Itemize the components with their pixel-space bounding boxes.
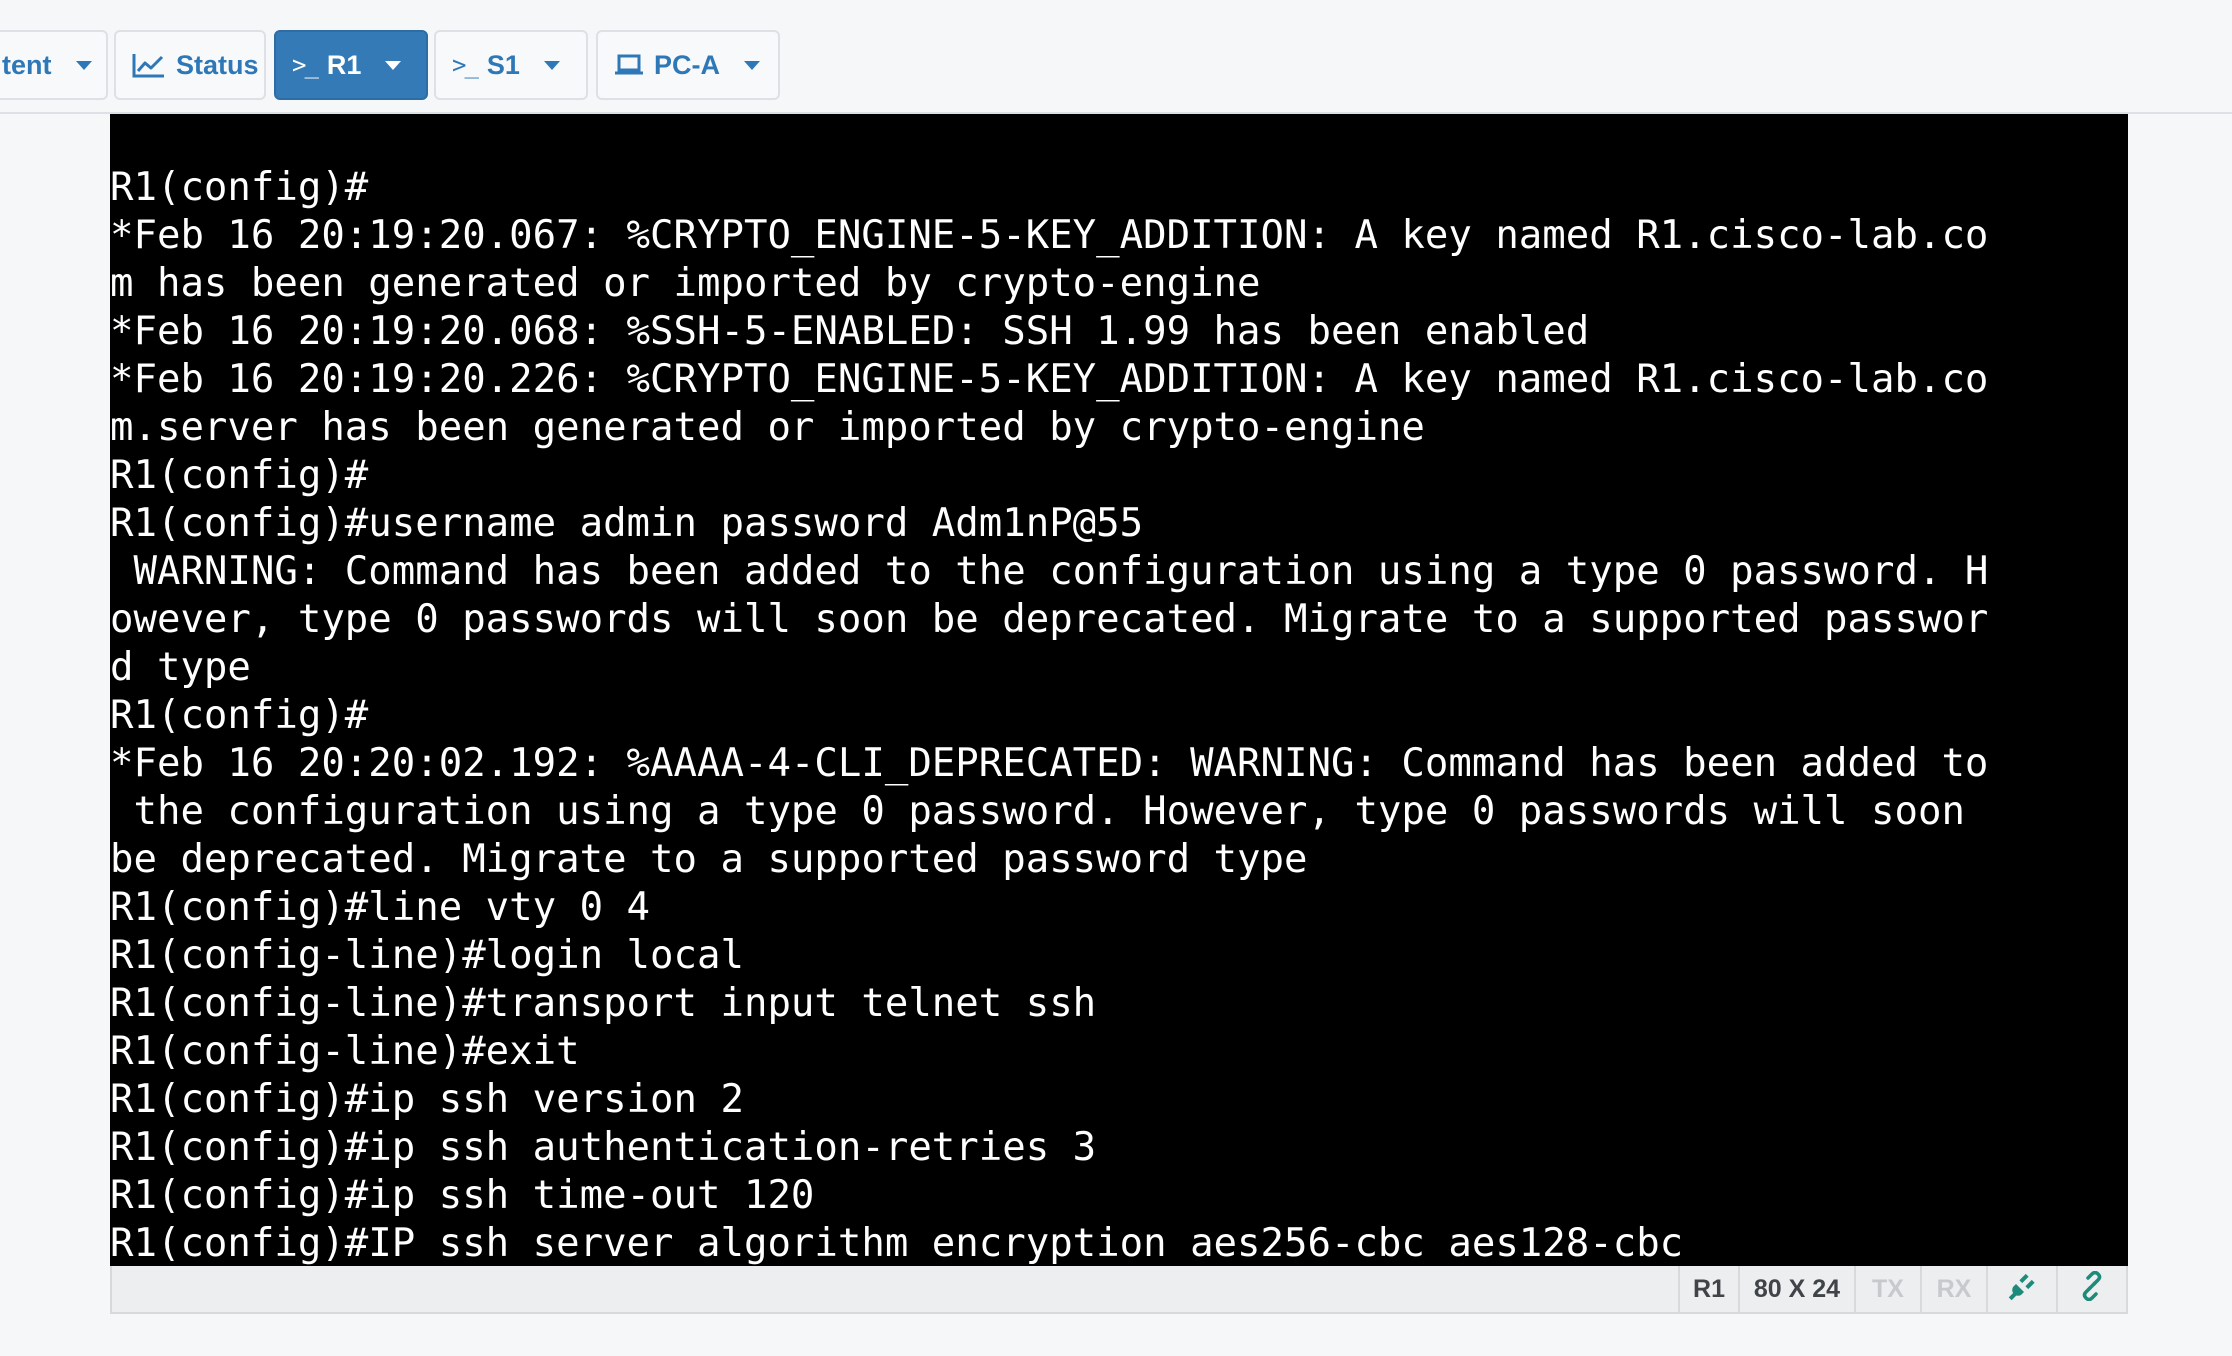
top-toolbar: tent Status >_ R1 >_ S1 PC-A (0, 0, 2232, 114)
tab-label: PC-A (654, 49, 720, 80)
tab-r1[interactable]: >_ R1 (274, 30, 428, 100)
chart-line-icon (132, 52, 166, 78)
terminal-console[interactable]: R1(config)# *Feb 16 20:19:20.067: %CRYPTO… (110, 114, 2128, 1266)
tab-label: tent (2, 49, 52, 80)
terminal-line: R1(config)#IP ssh server algorithm encry… (110, 1221, 1684, 1266)
terminal-size-label: 80 X 24 (1738, 1266, 1854, 1312)
terminal-line: be deprecated. Migrate to a supported pa… (110, 837, 1308, 882)
terminal-line: *Feb 16 20:19:20.068: %SSH-5-ENABLED: SS… (110, 309, 1590, 354)
terminal-prompt-icon: >_ (292, 51, 319, 79)
tab-s1[interactable]: >_ S1 (434, 30, 588, 100)
tab-pc-a[interactable]: PC-A (596, 30, 780, 100)
terminal-line: R1(config)#ip ssh authentication-retries… (110, 1125, 1097, 1170)
terminal-prompt-icon: >_ (452, 51, 479, 79)
terminal-line: m has been generated or imported by cryp… (110, 261, 1261, 306)
tab-label: R1 (326, 49, 362, 80)
tab-label: S1 (486, 49, 520, 80)
terminal-line: R1(config)#line vty 0 4 (110, 885, 651, 930)
tab-content[interactable]: tent (0, 30, 108, 100)
terminal-line: R1(config)# (110, 165, 369, 210)
terminal-line: *Feb 16 20:19:20.067: %CRYPTO_ENGINE-5-K… (110, 213, 1989, 258)
chevron-down-icon (543, 60, 560, 70)
rx-indicator: RX (1920, 1266, 1986, 1312)
terminal-line: R1(config)#ip ssh version 2 (110, 1077, 744, 1122)
copy-link-button[interactable] (2056, 1266, 2126, 1312)
terminal-line: R1(config)# (110, 453, 369, 498)
link-icon (2077, 1270, 2107, 1308)
terminal-output: R1(config)# *Feb 16 20:19:20.067: %CRYPTO… (110, 164, 1988, 1266)
terminal-line: the configuration using a type 0 passwor… (110, 789, 1965, 834)
terminal-line: *Feb 16 20:19:20.226: %CRYPTO_ENGINE-5-K… (110, 357, 1989, 402)
chevron-down-icon (744, 60, 760, 70)
terminal-line: owever, type 0 passwords will soon be de… (110, 597, 1989, 642)
terminal-line: R1(config)#username admin password Adm1n… (110, 501, 1144, 546)
terminal-line: m.server has been generated or imported … (110, 405, 1425, 450)
terminal-line: R1(config-line)#transport input telnet s… (110, 981, 1097, 1026)
connect-button[interactable] (1986, 1266, 2056, 1312)
terminal-line: R1(config)# (110, 693, 369, 738)
plug-icon (2007, 1271, 2037, 1308)
chevron-down-icon (75, 60, 92, 70)
device-name-label: R1 (1678, 1266, 1738, 1312)
terminal-line: R1(config)#ip ssh time-out 120 (110, 1173, 815, 1218)
tx-indicator: TX (1854, 1266, 1920, 1312)
terminal-line: WARNING: Command has been added to the c… (110, 549, 1989, 594)
laptop-icon (614, 54, 644, 76)
terminal-line: R1(config-line)#exit (110, 1029, 580, 1074)
terminal-line: d type (110, 645, 251, 690)
terminal-line: *Feb 16 20:20:02.192: %AAAA-4-CLI_DEPREC… (110, 741, 1989, 786)
terminal-statusbar: R1 80 X 24 TX RX (110, 1266, 2128, 1314)
tab-label: Status (176, 49, 259, 80)
tab-status[interactable]: Status (114, 30, 266, 100)
terminal-line: R1(config-line)#login local (110, 933, 744, 978)
chevron-down-icon (385, 60, 402, 70)
